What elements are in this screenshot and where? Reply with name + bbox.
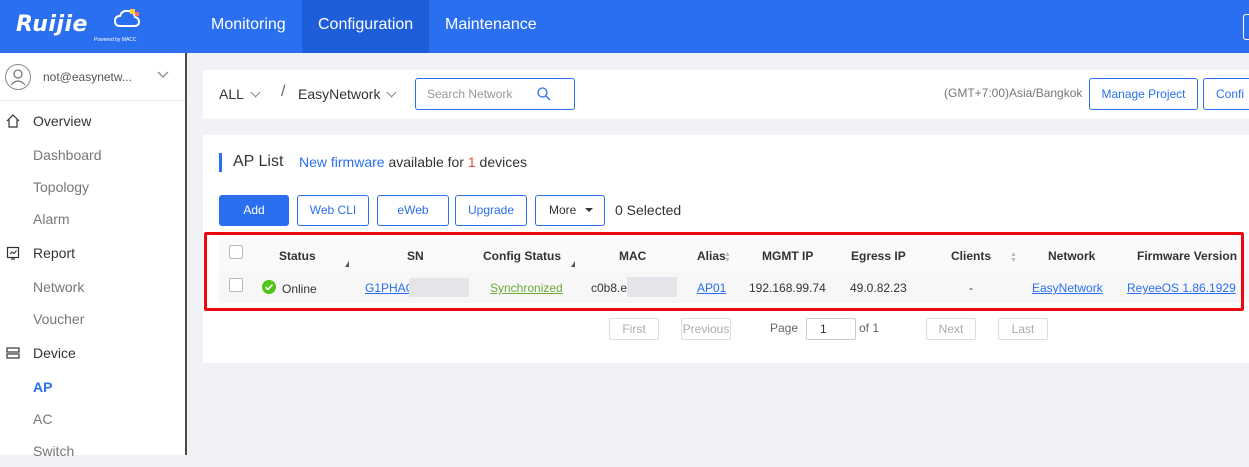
logo-subtitle: Powered by MACC: [94, 37, 137, 43]
sidebar-item-ap[interactable]: AP: [0, 371, 185, 403]
title-accent-bar: [219, 153, 222, 172]
nav-monitoring[interactable]: Monitoring: [195, 0, 302, 53]
chevron-down-icon: [250, 87, 261, 98]
sidebar-item-label: AP: [33, 379, 53, 395]
network-dropdown[interactable]: EasyNetwork: [298, 86, 397, 102]
sidebar-item-voucher[interactable]: Voucher: [0, 303, 185, 335]
search-network-input[interactable]: Search Network: [415, 78, 575, 110]
ruijie-logo[interactable]: Ruijie Powered by MACC: [16, 8, 144, 46]
page-title: AP List: [233, 153, 284, 170]
firmware-notice-suffix: devices: [479, 154, 528, 170]
selected-count: 0 Selected: [615, 202, 682, 218]
user-menu[interactable]: not@easynetw...: [0, 53, 185, 101]
sidebar-item-ac[interactable]: AC: [0, 403, 185, 435]
web-cli-button[interactable]: Web CLI: [297, 195, 369, 226]
avatar: [5, 64, 31, 90]
sidebar-item-report[interactable]: Report: [0, 237, 185, 269]
nav-configuration[interactable]: Configuration: [302, 0, 430, 53]
config-button[interactable]: Confi: [1203, 78, 1249, 110]
chevron-down-icon: [387, 87, 397, 98]
network-filter-bar: ALL / EasyNetwork Search Network (GMT+7:…: [203, 70, 1249, 119]
upgrade-button[interactable]: Upgrade: [455, 195, 527, 226]
scope-value: ALL: [219, 86, 244, 102]
sidebar-item-label: Switch: [33, 443, 75, 459]
sidebar-item-label: Overview: [33, 113, 92, 129]
user-icon: [10, 69, 26, 86]
eweb-button[interactable]: eWeb: [377, 195, 449, 226]
highlight-annotation-box: [204, 232, 1244, 311]
chevron-down-icon[interactable]: [157, 71, 169, 79]
sidebar-item-label: Dashboard: [33, 147, 102, 163]
user-email: not@easynetw...: [43, 70, 132, 84]
more-dropdown[interactable]: More: [535, 195, 605, 226]
sidebar-item-network[interactable]: Network: [0, 271, 185, 303]
nav-maintenance[interactable]: Maintenance: [429, 0, 553, 53]
report-icon: [6, 246, 20, 260]
firmware-device-count: 1: [467, 154, 476, 170]
top-right-control[interactable]: [1243, 14, 1249, 40]
new-firmware-link[interactable]: New firmware: [299, 154, 385, 170]
sidebar-item-dashboard[interactable]: Dashboard: [0, 139, 185, 171]
pager-previous-button[interactable]: Previous: [681, 318, 731, 340]
network-value: EasyNetwork: [298, 86, 381, 102]
pager-last-button[interactable]: Last: [998, 318, 1048, 340]
search-icon[interactable]: [536, 86, 552, 102]
add-button[interactable]: Add: [219, 195, 289, 226]
firmware-notice: New firmware available for 1 devices: [299, 154, 527, 170]
device-icon: [6, 347, 20, 359]
pager-next-button[interactable]: Next: [926, 318, 976, 340]
sidebar: not@easynetw... Overview Dashboard Topol…: [0, 53, 187, 459]
manage-project-button[interactable]: Manage Project: [1089, 78, 1198, 110]
firmware-notice-text: available for: [388, 154, 464, 170]
logo-text: Ruijie: [16, 12, 88, 37]
sidebar-item-overview[interactable]: Overview: [0, 105, 185, 137]
caret-down-icon: [585, 208, 594, 212]
timezone-label: (GMT+7:00)Asia/Bangkok: [944, 86, 1083, 100]
pager-first-button[interactable]: First: [609, 318, 659, 340]
sidebar-item-label: Topology: [33, 179, 90, 195]
sidebar-item-label: Report: [33, 245, 76, 261]
pager-total-label: of 1: [859, 321, 880, 335]
top-navigation-bar: Ruijie Powered by MACC Monitoring Config…: [0, 0, 1249, 53]
cloud-icon: [114, 9, 140, 27]
breadcrumb-separator: /: [281, 83, 286, 100]
scope-dropdown[interactable]: ALL: [219, 86, 261, 102]
sidebar-item-switch[interactable]: Switch: [0, 435, 185, 467]
sidebar-item-label: Device: [33, 345, 76, 361]
sidebar-item-alarm[interactable]: Alarm: [0, 203, 185, 235]
sidebar-item-label: AC: [33, 411, 53, 427]
sidebar-item-label: Alarm: [33, 211, 70, 227]
page-number-input[interactable]: 1: [806, 318, 856, 340]
search-placeholder: Search Network: [427, 87, 513, 101]
sidebar-item-label: Network: [33, 279, 85, 295]
sidebar-item-label: Voucher: [33, 311, 85, 327]
home-icon: [6, 114, 20, 128]
sidebar-item-topology[interactable]: Topology: [0, 171, 185, 203]
more-label: More: [549, 203, 577, 217]
pager-page-label: Page: [770, 321, 799, 335]
sidebar-item-device[interactable]: Device: [0, 337, 185, 369]
